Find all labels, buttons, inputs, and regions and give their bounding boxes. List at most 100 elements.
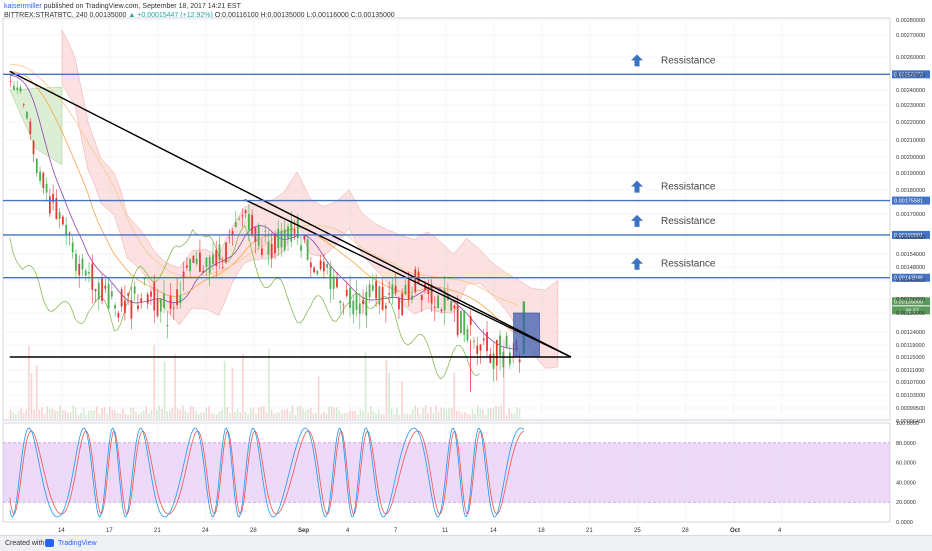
volume-bar bbox=[341, 413, 343, 419]
volume-bar bbox=[22, 412, 25, 419]
x-tick-label: 24 bbox=[202, 528, 209, 534]
y-tick-label: 0.00220000 bbox=[896, 120, 925, 126]
candle-body bbox=[35, 158, 38, 174]
volume-bar bbox=[145, 405, 148, 419]
volume-bar bbox=[148, 413, 150, 419]
candle-body bbox=[19, 87, 22, 92]
y-tick-label: 0.00180000 bbox=[896, 188, 925, 194]
volume-bar bbox=[273, 413, 276, 419]
volume-bar bbox=[122, 408, 124, 419]
created-with-text: Created with bbox=[5, 540, 45, 547]
volume-bar bbox=[106, 414, 108, 419]
candle-body bbox=[81, 258, 84, 270]
candle-body bbox=[398, 298, 400, 310]
candle-body bbox=[22, 104, 25, 106]
candle-body bbox=[221, 267, 224, 269]
volume-bar bbox=[445, 409, 448, 419]
volume-bar bbox=[487, 408, 490, 419]
candle-body bbox=[48, 196, 51, 214]
candle-body bbox=[427, 289, 430, 295]
candle-body bbox=[156, 299, 159, 316]
candle-body bbox=[349, 288, 351, 308]
volume-bar bbox=[309, 407, 312, 419]
x-tick-label: 25 bbox=[634, 528, 641, 534]
y-tick-label: 0.00270000 bbox=[896, 33, 925, 39]
volume-bar bbox=[390, 408, 393, 419]
candle-body bbox=[440, 309, 443, 312]
y-tick-label: 0.00130000 bbox=[896, 311, 925, 317]
volume-bar bbox=[171, 407, 174, 419]
volume-bar bbox=[205, 407, 208, 419]
volume-bar bbox=[234, 411, 236, 419]
volume-bar bbox=[414, 405, 416, 419]
volume-bar bbox=[450, 408, 453, 419]
volume-bar bbox=[276, 412, 278, 419]
x-tick-label: 18 bbox=[538, 528, 545, 534]
stoch-band bbox=[3, 442, 890, 503]
volume-bar bbox=[72, 405, 75, 419]
volume-bar bbox=[328, 406, 330, 419]
volume-bar bbox=[82, 407, 85, 419]
volume-bar bbox=[48, 408, 51, 419]
candle-body bbox=[159, 299, 162, 312]
volume-bar bbox=[116, 412, 119, 419]
stoch-tick-label: 40.0000 bbox=[896, 480, 916, 486]
volume-bar bbox=[12, 412, 15, 419]
volume-bar bbox=[161, 408, 163, 419]
volume-bar bbox=[315, 412, 317, 419]
volume-bar bbox=[461, 413, 463, 419]
candle-body bbox=[375, 281, 377, 299]
candle-body bbox=[117, 313, 120, 318]
volume-bar bbox=[54, 410, 56, 419]
candle-body bbox=[42, 172, 45, 189]
volume-bar bbox=[437, 411, 440, 419]
candle-body bbox=[280, 230, 283, 248]
y-tick-label: 0.00119000 bbox=[896, 343, 925, 349]
volume-bar bbox=[182, 405, 184, 419]
candle-body bbox=[486, 332, 488, 352]
volume-bar bbox=[75, 407, 77, 419]
volume-bar bbox=[163, 362, 166, 419]
volume-bar bbox=[140, 411, 142, 419]
volume-bar bbox=[197, 414, 200, 419]
candle-body bbox=[368, 284, 371, 298]
candle-body bbox=[433, 307, 436, 308]
candle-body bbox=[71, 242, 74, 253]
tradingview-link[interactable]: TradingView bbox=[58, 540, 97, 547]
candle-body bbox=[185, 265, 188, 268]
candle-body bbox=[120, 289, 123, 307]
volume-bar bbox=[453, 372, 456, 419]
candle-body bbox=[123, 300, 126, 313]
volume-bar bbox=[354, 410, 356, 419]
candle-body bbox=[414, 269, 417, 292]
volume-bar bbox=[456, 410, 458, 419]
candle-body bbox=[388, 293, 391, 295]
volume-bar bbox=[343, 412, 346, 419]
resistance-label: Ressistance bbox=[661, 182, 716, 193]
volume-bar bbox=[262, 406, 265, 419]
candle-body bbox=[371, 285, 374, 291]
volume-bar bbox=[257, 407, 260, 419]
candle-body bbox=[225, 242, 227, 263]
volume-bar bbox=[202, 411, 205, 419]
price-chart[interactable]: Ressistance0.00250373Ressistance0.001755… bbox=[0, 0, 932, 536]
candle-body bbox=[466, 328, 469, 341]
volume-bar bbox=[38, 409, 41, 419]
candle-body bbox=[336, 277, 338, 288]
volume-bar bbox=[43, 414, 46, 419]
volume-bar bbox=[101, 408, 103, 419]
x-tick-label: Sep bbox=[298, 528, 309, 534]
candle-body bbox=[489, 354, 492, 364]
volume-bar bbox=[497, 406, 500, 419]
candle-body bbox=[463, 310, 466, 335]
candle-body bbox=[13, 85, 15, 90]
candle-body bbox=[460, 310, 462, 334]
volume-bar bbox=[351, 411, 354, 419]
volume-bar bbox=[364, 352, 367, 419]
volume-bar bbox=[291, 405, 294, 419]
volume-bar bbox=[492, 408, 495, 419]
x-tick-label: 21 bbox=[154, 528, 161, 534]
volume-bar bbox=[432, 412, 435, 419]
volume-bar bbox=[406, 413, 409, 419]
volume-bar bbox=[330, 406, 333, 419]
